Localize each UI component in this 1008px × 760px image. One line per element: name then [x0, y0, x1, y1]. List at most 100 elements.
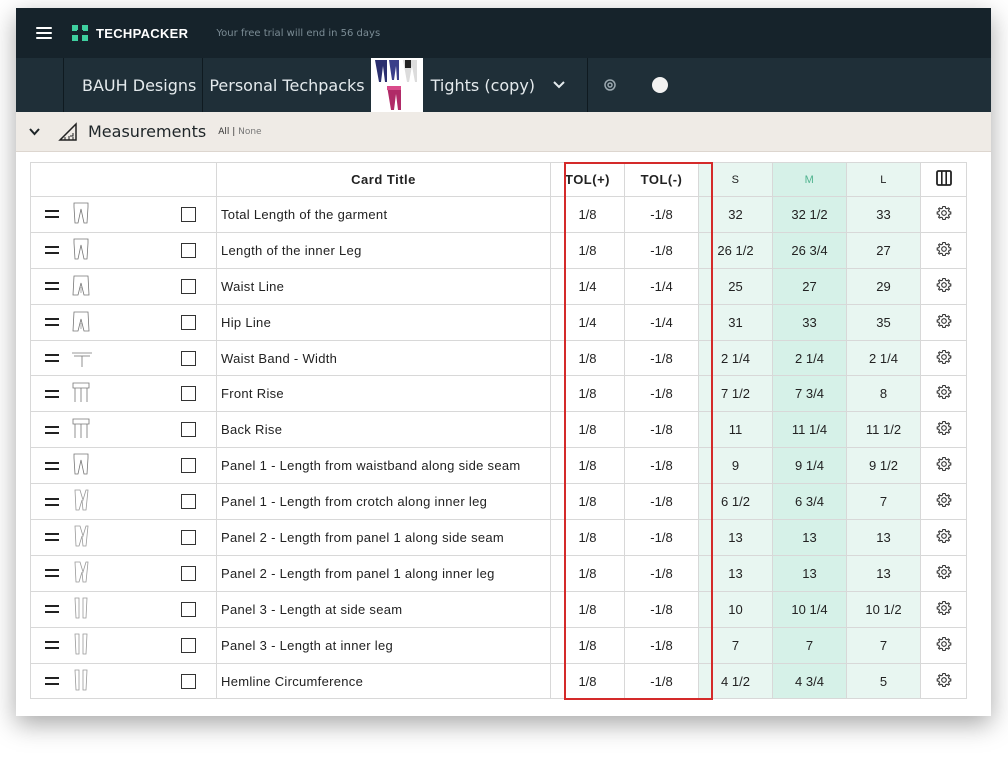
row-tol-plus[interactable]: 1/8: [550, 339, 625, 377]
row-checkbox[interactable]: [181, 278, 196, 294]
table-row[interactable]: Back Rise 1/8 -1/8 11 11 1/4 11 1/2: [30, 411, 967, 449]
row-size-m[interactable]: 6 3/4: [772, 483, 847, 521]
row-title[interactable]: Front Rise: [216, 375, 551, 413]
select-none-link[interactable]: None: [235, 127, 261, 137]
row-settings[interactable]: [920, 519, 967, 556]
header-card-title[interactable]: Card Title: [216, 162, 551, 197]
table-row[interactable]: Total Length of the garment 1/8 -1/8 32 32 1…: [30, 196, 967, 233]
row-checkbox[interactable]: [181, 494, 196, 510]
row-size-l[interactable]: 7: [846, 483, 921, 521]
row-size-m[interactable]: 9 1/4: [772, 447, 847, 485]
row-tol-plus[interactable]: 1/8: [550, 590, 625, 628]
table-row[interactable]: Length of the inner Leg 1/8 -1/8 26 1/2 26 3…: [30, 231, 967, 269]
row-tol-minus[interactable]: -1/8: [624, 231, 699, 269]
row-checkbox[interactable]: [181, 350, 196, 366]
row-tol-minus[interactable]: -1/8: [624, 519, 699, 556]
row-size-s[interactable]: 9: [698, 447, 773, 485]
row-tol-minus[interactable]: -1/8: [624, 339, 699, 377]
row-size-s[interactable]: 31: [698, 303, 773, 341]
row-size-s[interactable]: 10: [698, 590, 773, 628]
row-checkbox[interactable]: [181, 529, 196, 545]
row-size-l[interactable]: 9 1/2: [846, 447, 921, 485]
drag-handle-icon[interactable]: [45, 354, 59, 362]
row-checkbox[interactable]: [181, 314, 196, 330]
drag-handle-icon[interactable]: [45, 605, 59, 614]
row-title[interactable]: Waist Line: [216, 267, 551, 305]
drag-handle-icon[interactable]: [45, 282, 59, 291]
row-title[interactable]: Hip Line: [216, 303, 551, 341]
row-title[interactable]: Panel 1 - Length from crotch along inner…: [216, 483, 551, 521]
drag-handle-icon[interactable]: [45, 533, 59, 542]
gear-icon[interactable]: [936, 636, 952, 652]
gear-icon[interactable]: [936, 600, 952, 616]
row-title[interactable]: Panel 2 - Length from panel 1 along inne…: [216, 554, 551, 592]
menu-icon[interactable]: [36, 27, 52, 39]
row-tol-minus[interactable]: -1/8: [624, 662, 699, 700]
gear-icon[interactable]: [936, 492, 952, 508]
row-checkbox[interactable]: [181, 242, 196, 258]
row-tol-minus[interactable]: -1/8: [624, 626, 699, 664]
gear-icon[interactable]: [936, 277, 952, 293]
gear-icon[interactable]: [936, 420, 952, 436]
row-size-m[interactable]: 27: [772, 267, 847, 305]
row-tol-plus[interactable]: 1/4: [550, 267, 625, 305]
row-tol-minus[interactable]: -1/4: [624, 267, 699, 305]
row-checkbox[interactable]: [181, 386, 196, 402]
gear-icon[interactable]: [936, 313, 952, 329]
row-settings[interactable]: [920, 662, 967, 700]
header-size-l[interactable]: L: [846, 162, 921, 197]
row-size-s[interactable]: 7 1/2: [698, 375, 773, 413]
drag-handle-icon[interactable]: [45, 425, 59, 434]
row-checkbox[interactable]: [181, 601, 196, 617]
row-settings[interactable]: [920, 375, 967, 413]
row-title[interactable]: Length of the inner Leg: [216, 231, 551, 269]
row-tol-minus[interactable]: -1/8: [624, 196, 699, 233]
gear-icon[interactable]: [936, 241, 952, 257]
row-tol-plus[interactable]: 1/8: [550, 483, 625, 521]
header-tol-minus[interactable]: TOL(-): [624, 162, 699, 197]
table-row[interactable]: Hip Line 1/4 -1/4 31 33 35: [30, 303, 967, 341]
row-tol-plus[interactable]: 1/4: [550, 303, 625, 341]
row-checkbox[interactable]: [181, 565, 196, 581]
row-size-l[interactable]: 8: [846, 375, 921, 413]
row-size-m[interactable]: 10 1/4: [772, 590, 847, 628]
row-size-l[interactable]: 5: [846, 662, 921, 700]
row-settings[interactable]: [920, 267, 967, 305]
row-size-m[interactable]: 7: [772, 626, 847, 664]
row-size-s[interactable]: 11: [698, 411, 773, 449]
table-row[interactable]: Panel 1 - Length from waistband along si…: [30, 447, 967, 485]
row-title[interactable]: Panel 2 - Length from panel 1 along side…: [216, 519, 551, 556]
table-row[interactable]: Panel 3 - Length at inner leg 1/8 -1/8 7 7 7: [30, 626, 967, 664]
row-size-l[interactable]: 33: [846, 196, 921, 233]
drag-handle-icon[interactable]: [45, 210, 59, 219]
row-size-s[interactable]: 2 1/4: [698, 339, 773, 377]
drag-handle-icon[interactable]: [45, 641, 59, 650]
drag-handle-icon[interactable]: [45, 246, 59, 255]
row-title[interactable]: Panel 3 - Length at inner leg: [216, 626, 551, 664]
table-row[interactable]: Panel 1 - Length from crotch along inner…: [30, 483, 967, 521]
breadcrumb-item-personal-techpacks[interactable]: Personal Techpacks: [203, 58, 370, 112]
row-size-s[interactable]: 6 1/2: [698, 483, 773, 521]
row-tol-minus[interactable]: -1/4: [624, 303, 699, 341]
row-size-l[interactable]: 27: [846, 231, 921, 269]
row-size-s[interactable]: 25: [698, 267, 773, 305]
row-settings[interactable]: [920, 411, 967, 449]
gear-icon[interactable]: [936, 456, 952, 472]
breadcrumb-item-bauh-designs[interactable]: BAUH Designs: [64, 58, 204, 112]
collapse-chevron-icon[interactable]: [26, 127, 42, 136]
row-checkbox[interactable]: [181, 458, 196, 474]
row-size-m[interactable]: 4 3/4: [772, 662, 847, 700]
row-size-s[interactable]: 13: [698, 519, 773, 556]
row-size-l[interactable]: 13: [846, 554, 921, 592]
drag-handle-icon[interactable]: [45, 318, 59, 327]
table-row[interactable]: Waist Line 1/4 -1/4 25 27 29: [30, 267, 967, 305]
gear-icon[interactable]: [936, 528, 952, 544]
header-tol-plus[interactable]: TOL(+): [550, 162, 625, 197]
table-row[interactable]: Waist Band - Width 1/8 -1/8 2 1/4 2 1/4 2 1/4: [30, 339, 967, 377]
product-thumbnail[interactable]: [370, 58, 423, 112]
row-title[interactable]: Panel 3 - Length at side seam: [216, 590, 551, 628]
row-size-s[interactable]: 7: [698, 626, 773, 664]
gear-icon[interactable]: [936, 384, 952, 400]
row-checkbox[interactable]: [181, 206, 196, 222]
row-checkbox[interactable]: [181, 673, 196, 689]
